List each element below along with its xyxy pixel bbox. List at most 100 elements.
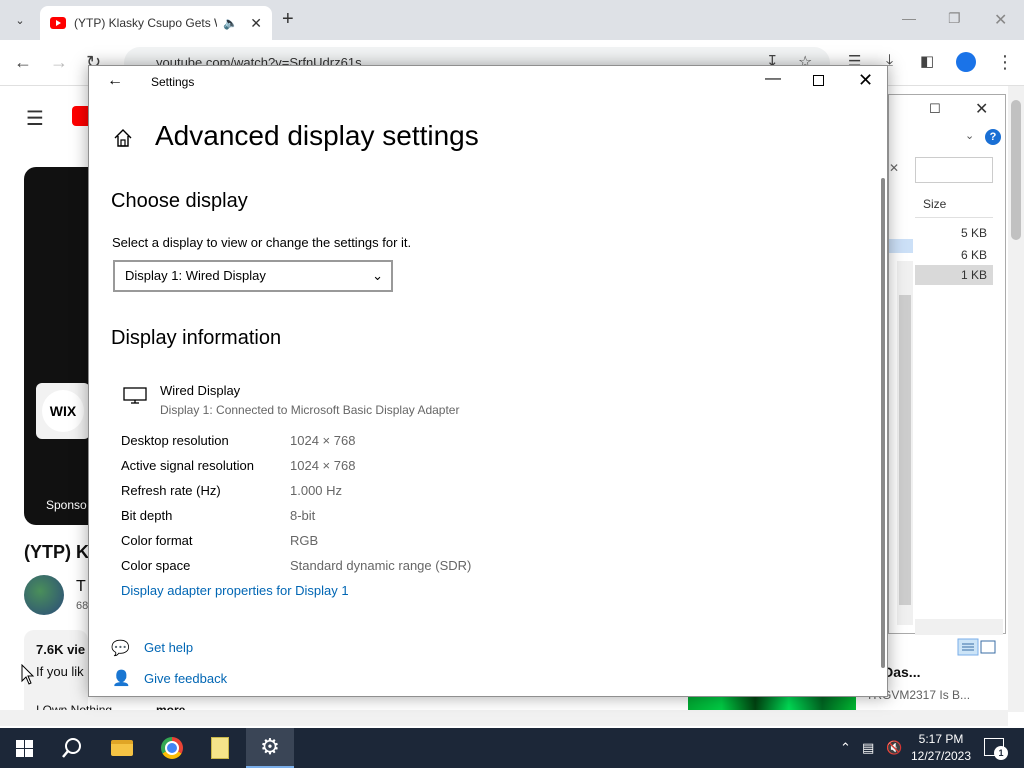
show-hidden-icons-chevron-icon[interactable]: ⌃ xyxy=(840,740,851,756)
ad-badge[interactable]: WIX xyxy=(36,383,90,439)
display-name: Wired Display xyxy=(160,383,241,398)
view-count: 7.6K vie xyxy=(36,642,86,657)
back-arrow-icon[interactable]: ← xyxy=(14,52,32,73)
browser-tabstrip: ⌄ (YTP) Klasky Csupo Gets We 🔈 ✕ + — ❐ ✕ xyxy=(0,0,1024,40)
page-title: Advanced display settings xyxy=(155,120,479,151)
clock-date[interactable]: 12/27/2023 xyxy=(908,749,974,763)
taskbar-search-button[interactable] xyxy=(48,728,96,768)
network-icon[interactable]: ▤ xyxy=(862,740,874,756)
info-label: Desktop resolution xyxy=(121,433,229,448)
info-value: 1024 × 768 xyxy=(290,433,356,448)
header-divider xyxy=(915,217,993,218)
settings-app-title: Settings xyxy=(151,75,195,89)
info-value: 1.000 Hz xyxy=(290,483,343,498)
explorer-horizontal-scrollbar[interactable] xyxy=(915,619,1003,635)
size-column-header[interactable]: Size xyxy=(923,197,946,211)
close-icon[interactable]: ✕ xyxy=(858,70,873,91)
taskbar: ⚙ ⌃ ▤ 🔇 5:17 PM 12/27/2023 1 xyxy=(0,728,1024,768)
notepad-icon xyxy=(211,737,229,759)
info-value: RGB xyxy=(290,533,319,548)
browser-restore-icon[interactable]: ❐ xyxy=(948,10,961,27)
tab-close-icon[interactable]: ✕ xyxy=(250,15,262,32)
tab-search-chevron-icon[interactable]: ⌄ xyxy=(8,8,32,32)
info-label: Active signal resolution xyxy=(121,458,254,473)
display-information-heading: Display information xyxy=(111,327,282,349)
side-panel-icon[interactable]: ◧ xyxy=(920,52,934,70)
browser-close-icon[interactable]: ✕ xyxy=(994,10,1007,30)
hamburger-menu-icon[interactable]: ☰ xyxy=(26,106,44,131)
view-toggle-buttons[interactable] xyxy=(957,638,999,656)
display-dropdown-value: Display 1: Wired Display xyxy=(125,268,266,283)
explorer-close-icon[interactable]: ✕ xyxy=(975,99,988,119)
info-value: 1024 × 768 xyxy=(290,458,356,473)
profile-avatar-icon[interactable] xyxy=(956,52,976,72)
nav-pane-scroll-thumb[interactable] xyxy=(899,295,911,605)
choose-display-heading: Choose display xyxy=(111,190,248,212)
gear-icon: ⚙ xyxy=(260,734,280,759)
ribbon-expand-chevron-icon[interactable]: ⌄ xyxy=(965,129,974,142)
channel-avatar[interactable] xyxy=(24,575,64,615)
volume-muted-icon[interactable]: 🔇 xyxy=(886,740,902,756)
sponsored-label: Sponso xyxy=(46,498,87,512)
display-dropdown[interactable]: Display 1: Wired Display ⌄ xyxy=(113,260,393,292)
info-label: Color space xyxy=(121,558,191,573)
settings-window: ← Settings — ✕ Advanced display settings… xyxy=(88,65,888,697)
forward-arrow-icon[interactable]: → xyxy=(50,52,68,73)
search-clear-icon[interactable]: ✕ xyxy=(889,161,899,175)
info-label: Bit depth xyxy=(121,508,173,523)
description-text: If you lik xyxy=(36,664,84,679)
give-feedback-link[interactable]: Give feedback xyxy=(144,671,227,686)
nav-pane-selection[interactable] xyxy=(889,239,913,253)
chevron-down-icon: ⌄ xyxy=(372,268,383,283)
info-label: Color format xyxy=(121,533,193,548)
page-horizontal-scrollbar[interactable] xyxy=(0,710,1008,726)
minimize-icon[interactable]: — xyxy=(765,70,781,88)
chrome-icon xyxy=(161,737,183,759)
folder-icon xyxy=(111,740,133,756)
notification-count-badge: 1 xyxy=(994,746,1008,760)
taskbar-chrome[interactable] xyxy=(148,728,196,768)
info-value: Standard dynamic range (SDR) xyxy=(290,558,472,573)
youtube-favicon-icon xyxy=(50,17,66,29)
file-size-row-selected[interactable]: 1 KB xyxy=(915,265,993,285)
search-icon xyxy=(62,738,81,758)
file-explorer-window: ☐ ✕ ⌄ ? ✕ Size 5 KB 6 KB 1 KB xyxy=(888,94,1006,656)
taskbar-file-explorer[interactable] xyxy=(98,728,146,768)
channel-name[interactable]: T xyxy=(76,578,86,596)
taskbar-settings[interactable]: ⚙ xyxy=(246,728,294,768)
mouse-cursor-icon xyxy=(21,664,35,685)
new-tab-plus-icon[interactable]: + xyxy=(282,8,294,31)
monitor-icon xyxy=(123,387,147,404)
clock-time[interactable]: 5:17 PM xyxy=(916,732,966,746)
speaker-icon[interactable]: 🔈 xyxy=(223,16,238,30)
adapter-properties-link[interactable]: Display adapter properties for Display 1 xyxy=(121,583,349,598)
select-display-hint: Select a display to view or change the s… xyxy=(112,235,412,250)
start-button[interactable] xyxy=(0,728,48,768)
video-player[interactable] xyxy=(24,167,90,525)
help-icon[interactable]: ? xyxy=(985,129,1001,145)
settings-scrollbar[interactable] xyxy=(881,178,885,668)
file-size-row[interactable]: 5 KB xyxy=(915,223,993,243)
info-value: 8-bit xyxy=(290,508,316,523)
feedback-icon: 👤 xyxy=(112,670,131,687)
home-icon[interactable] xyxy=(113,128,133,148)
chrome-menu-icon[interactable]: ⋮ xyxy=(996,52,1014,73)
maximize-icon[interactable] xyxy=(813,75,824,86)
info-label: Refresh rate (Hz) xyxy=(121,483,221,498)
wix-logo: WIX xyxy=(42,390,84,432)
page-scroll-thumb[interactable] xyxy=(1011,100,1021,240)
get-help-icon: 💬 xyxy=(111,640,130,657)
explorer-search-input[interactable] xyxy=(915,157,993,183)
get-help-link[interactable]: Get help xyxy=(144,640,193,655)
details-view-icon[interactable] xyxy=(957,638,999,656)
subscriber-count: 68 xyxy=(76,600,89,612)
back-arrow-icon[interactable]: ← xyxy=(107,72,123,90)
tab-title: (YTP) Klasky Csupo Gets We xyxy=(74,16,218,30)
explorer-maximize-icon[interactable]: ☐ xyxy=(929,101,941,117)
browser-tab-active[interactable]: (YTP) Klasky Csupo Gets We 🔈 ✕ xyxy=(40,6,272,40)
browser-minimize-icon[interactable]: — xyxy=(902,10,916,26)
windows-logo-icon xyxy=(15,739,33,757)
video-title: (YTP) K xyxy=(24,542,88,562)
file-size-row[interactable]: 6 KB xyxy=(915,245,993,265)
taskbar-notepad[interactable] xyxy=(196,728,244,768)
